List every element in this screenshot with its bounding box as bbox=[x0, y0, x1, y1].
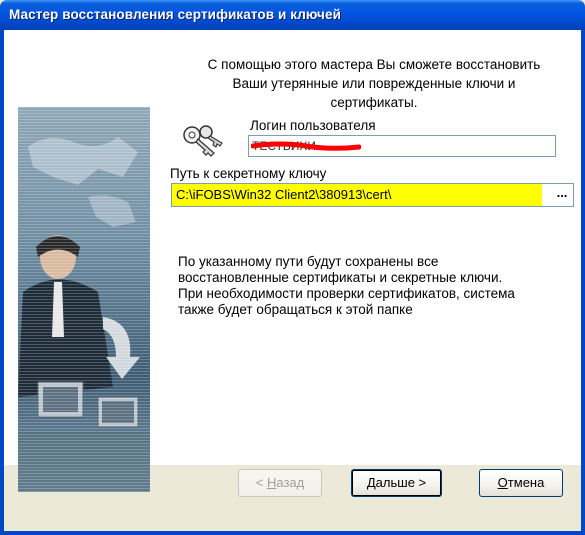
restore-wizard-window: Мастер восстановления сертификатов и клю… bbox=[0, 0, 585, 535]
next-button-label: альше > bbox=[375, 475, 427, 490]
window-frame-right bbox=[581, 30, 585, 535]
back-button-hotkey: Н bbox=[266, 475, 277, 490]
back-button-prefix: < bbox=[255, 475, 267, 490]
intro-line: Ваши утерянные или поврежденные ключи и bbox=[232, 76, 516, 91]
note-line: восстановленные сертификаты и секретные … bbox=[178, 270, 503, 285]
login-input[interactable]: ТЕСТЬИХИ bbox=[248, 135, 556, 157]
window-title: Мастер восстановления сертификатов и клю… bbox=[9, 7, 341, 22]
secret-key-path-value: C:\iFOBS\Win32 Client2\380913\cert\ bbox=[172, 184, 542, 206]
intro-text: С помощью этого мастера Вы сможете восст… bbox=[169, 55, 579, 112]
title-bar[interactable]: Мастер восстановления сертификатов и клю… bbox=[0, 0, 585, 30]
wizard-side-image bbox=[18, 107, 150, 492]
keys-icon bbox=[180, 123, 224, 159]
login-label: Логин пользователя bbox=[250, 118, 376, 133]
intro-line: С помощью этого мастера Вы сможете восст… bbox=[207, 57, 541, 72]
next-button-hotkey: Д bbox=[366, 475, 376, 490]
next-button[interactable]: Дальше > bbox=[351, 469, 442, 497]
cancel-button[interactable]: Отмена bbox=[479, 469, 563, 497]
note-line: также будет обращаться к этой папке bbox=[178, 302, 413, 317]
redaction-mark bbox=[251, 141, 361, 151]
secret-key-path-input[interactable]: C:\iFOBS\Win32 Client2\380913\cert\ ... bbox=[171, 183, 574, 207]
back-button-label: азад bbox=[276, 475, 305, 490]
cancel-button-label: тмена bbox=[507, 475, 545, 490]
back-button[interactable]: < Назад bbox=[238, 469, 322, 497]
note-line: При необходимости проверки сертификатов,… bbox=[178, 286, 515, 301]
wizard-content: С помощью этого мастера Вы сможете восст… bbox=[4, 30, 581, 492]
secret-key-path-label: Путь к секретному ключу bbox=[170, 166, 327, 181]
info-note: По указанному пути будут сохранены все в… bbox=[178, 254, 573, 318]
intro-line: сертификаты. bbox=[330, 95, 418, 110]
note-line: По указанному пути будут сохранены все bbox=[178, 254, 439, 269]
browse-button[interactable]: ... bbox=[552, 185, 572, 205]
cancel-button-hotkey: О bbox=[497, 475, 508, 490]
window-frame-bottom bbox=[0, 531, 585, 535]
